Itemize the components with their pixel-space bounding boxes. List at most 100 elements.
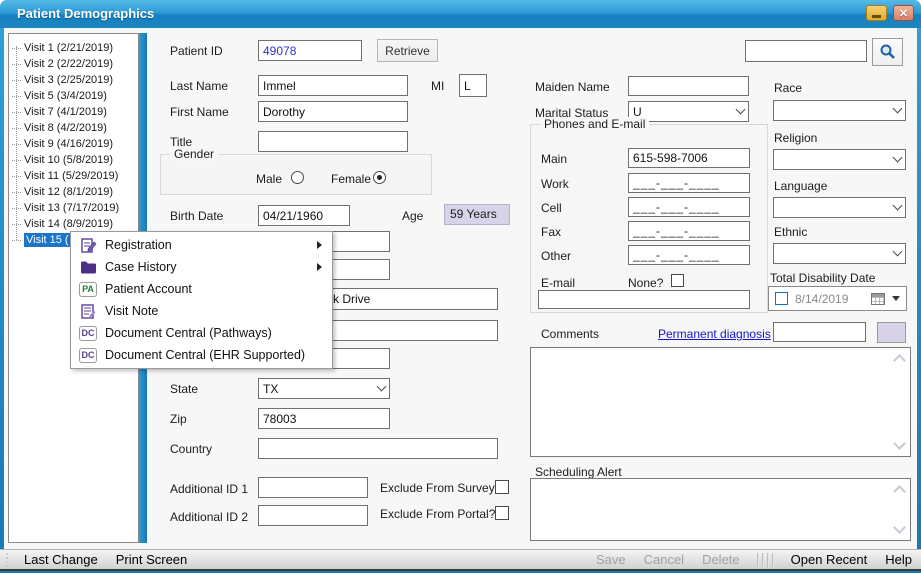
print-screen-button[interactable]: Print Screen xyxy=(107,552,197,567)
phone-main-input[interactable] xyxy=(628,148,750,168)
help-button[interactable]: Help xyxy=(876,552,921,567)
search-button[interactable] xyxy=(872,38,903,66)
tree-item-visit-12[interactable]: Visit 12 (8/1/2019) xyxy=(12,184,113,200)
last-change-button[interactable]: Last Change xyxy=(15,552,107,567)
ethnic-select[interactable] xyxy=(773,243,906,264)
zip-input[interactable] xyxy=(258,408,390,429)
document-central-icon: DC xyxy=(71,326,105,341)
birth-date-input[interactable] xyxy=(258,205,350,226)
patient-account-icon: PA xyxy=(71,282,105,297)
first-name-input[interactable] xyxy=(258,101,408,122)
email-none-checkbox[interactable] xyxy=(671,274,684,287)
additional-id-2-input[interactable] xyxy=(258,505,368,526)
tree-item-visit-2[interactable]: Visit 2 (2/22/2019) xyxy=(12,56,113,72)
save-button[interactable]: Save xyxy=(587,552,635,567)
chevron-down-icon xyxy=(892,296,900,301)
chevron-down-icon xyxy=(893,104,903,114)
search-input[interactable] xyxy=(745,40,867,62)
patient-id-input[interactable] xyxy=(258,40,362,61)
email-none-label: None? xyxy=(628,276,663,290)
tree-item-visit-13[interactable]: Visit 13 (7/17/2019) xyxy=(12,200,119,216)
submenu-arrow-icon xyxy=(317,241,322,249)
race-select[interactable] xyxy=(773,100,906,121)
language-select[interactable] xyxy=(773,197,906,218)
email-label: E-mail xyxy=(541,276,575,290)
tree-item-visit-10[interactable]: Visit 10 (5/8/2019) xyxy=(12,152,113,168)
phone-main-label: Main xyxy=(541,152,567,166)
female-radio[interactable] xyxy=(373,171,386,184)
phone-work-label: Work xyxy=(541,177,569,191)
age-label: Age xyxy=(402,209,423,223)
mi-input[interactable] xyxy=(459,74,487,97)
chevron-down-icon xyxy=(377,382,387,392)
menu-item-document-central-pathways[interactable]: DC Document Central (Pathways) xyxy=(71,322,332,344)
scroll-down-icon[interactable] xyxy=(893,437,906,450)
country-input[interactable] xyxy=(258,438,498,459)
submenu-arrow-icon xyxy=(317,263,322,271)
patient-demographics-window: Patient Demographics ✕ Visit 1 (2/21/201… xyxy=(0,0,921,573)
phones-legend: Phones and E-mail xyxy=(540,117,649,131)
scheduling-alert-textarea[interactable] xyxy=(530,478,911,541)
male-label: Male xyxy=(256,172,282,186)
case-history-folder-icon xyxy=(71,260,105,275)
phone-cell-input[interactable] xyxy=(628,197,750,217)
maiden-name-label: Maiden Name xyxy=(535,80,610,94)
last-name-input[interactable] xyxy=(258,75,408,96)
email-input[interactable] xyxy=(538,290,750,309)
total-disability-date-picker[interactable]: 8/14/2019 xyxy=(768,286,907,311)
permanent-diagnosis-input[interactable] xyxy=(773,322,866,342)
additional-id-2-label: Additional ID 2 xyxy=(170,510,248,524)
tree-item-visit-9[interactable]: Visit 9 (4/16/2019) xyxy=(12,136,113,152)
exclude-portal-label: Exclude From Portal? xyxy=(380,507,495,521)
status-bar: Last Change Print Screen Save Cancel Del… xyxy=(0,549,921,571)
zip-label: Zip xyxy=(170,412,187,426)
religion-select[interactable] xyxy=(773,149,906,170)
date-enable-checkbox[interactable] xyxy=(775,292,788,305)
male-radio[interactable] xyxy=(291,171,304,184)
diagnosis-lookup-button[interactable] xyxy=(877,322,906,343)
phone-fax-label: Fax xyxy=(541,225,561,239)
tree-item-visit-11[interactable]: Visit 11 (5/29/2019) xyxy=(12,168,118,184)
additional-id-1-input[interactable] xyxy=(258,477,368,498)
state-select[interactable]: TX xyxy=(258,378,390,399)
gender-legend: Gender xyxy=(170,147,218,161)
scheduling-alert-label: Scheduling Alert xyxy=(535,465,622,479)
comments-textarea[interactable] xyxy=(530,347,911,457)
scroll-up-icon[interactable] xyxy=(893,354,906,367)
statusbar-separator xyxy=(757,553,774,567)
cancel-button[interactable]: Cancel xyxy=(635,552,693,567)
title-input[interactable] xyxy=(258,131,408,152)
ethnic-label: Ethnic xyxy=(774,225,807,239)
chevron-down-icon xyxy=(893,247,903,257)
phone-fax-input[interactable] xyxy=(628,221,750,241)
total-disability-label: Total Disability Date xyxy=(770,271,875,285)
last-name-label: Last Name xyxy=(170,79,228,93)
menu-item-case-history[interactable]: Case History xyxy=(71,256,332,278)
exclude-portal-checkbox[interactable] xyxy=(495,506,509,520)
tree-item-visit-3[interactable]: Visit 3 (2/25/2019) xyxy=(12,72,113,88)
tree-item-visit-7[interactable]: Visit 7 (4/1/2019) xyxy=(12,104,107,120)
phone-work-input[interactable] xyxy=(628,173,750,193)
minimize-button[interactable] xyxy=(866,5,887,21)
menu-item-patient-account[interactable]: PA Patient Account xyxy=(71,278,332,300)
retrieve-button[interactable]: Retrieve xyxy=(377,39,438,62)
close-button[interactable]: ✕ xyxy=(893,5,914,21)
tree-item-visit-5[interactable]: Visit 5 (3/4/2019) xyxy=(12,88,107,104)
menu-item-document-central-ehr[interactable]: DC Document Central (EHR Supported) xyxy=(71,344,332,366)
phone-other-input[interactable] xyxy=(628,245,750,265)
maiden-name-input[interactable] xyxy=(628,76,749,96)
menu-item-registration[interactable]: Registration xyxy=(71,234,332,256)
delete-button[interactable]: Delete xyxy=(693,552,749,567)
open-recent-button[interactable]: Open Recent xyxy=(782,552,877,567)
tree-item-visit-8[interactable]: Visit 8 (4/2/2019) xyxy=(12,120,107,136)
scroll-up-icon[interactable] xyxy=(893,485,906,498)
scroll-down-icon[interactable] xyxy=(893,521,906,534)
tree-item-visit-14[interactable]: Visit 14 (8/9/2019) xyxy=(12,216,113,232)
additional-id-1-label: Additional ID 1 xyxy=(170,482,248,496)
exclude-survey-checkbox[interactable] xyxy=(495,480,509,494)
tree-item-visit-1[interactable]: Visit 1 (2/21/2019) xyxy=(12,40,113,56)
patient-id-label: Patient ID xyxy=(170,44,223,58)
language-label: Language xyxy=(774,179,827,193)
menu-item-visit-note[interactable]: Visit Note xyxy=(71,300,332,322)
permanent-diagnosis-link[interactable]: Permanent diagnosis xyxy=(658,327,771,341)
